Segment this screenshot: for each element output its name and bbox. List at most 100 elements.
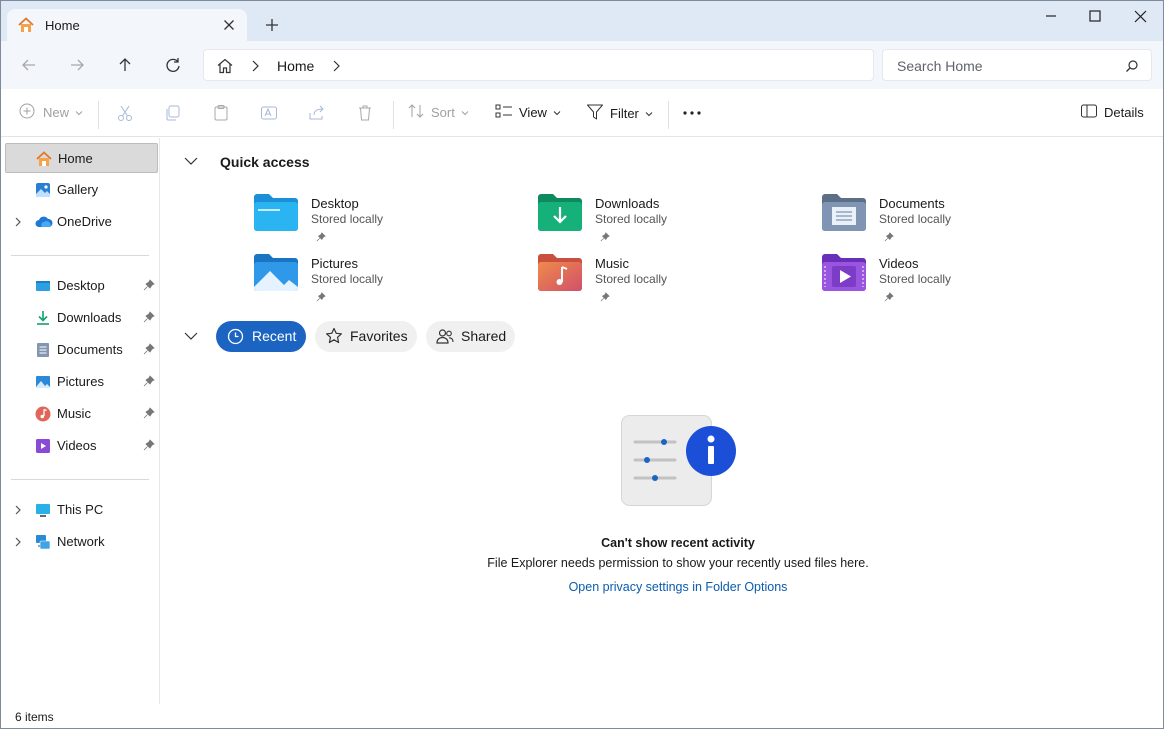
pin-icon[interactable] (143, 407, 155, 422)
tab-close-icon[interactable] (219, 15, 239, 35)
downloads-icon (35, 310, 51, 326)
chevron-right-icon[interactable] (331, 60, 341, 75)
main-content: Quick access Desktop Stored locally Down… (161, 138, 1163, 704)
sidebar-item-videos[interactable]: Videos (5, 431, 158, 461)
file-explorer-window: Home Home Search Home New Sort View Filt… (0, 0, 1164, 729)
view-button[interactable]: View (495, 103, 561, 122)
details-pane-icon (1080, 103, 1098, 122)
chevron-down-icon (645, 106, 653, 121)
sidebar-item-music[interactable]: Music (5, 399, 158, 429)
forward-arrow-icon[interactable] (65, 53, 89, 77)
sidebar-item-label: Music (57, 406, 91, 421)
delete-icon[interactable] (356, 104, 374, 125)
tab-favorites[interactable]: Favorites (315, 321, 417, 352)
chevron-right-icon[interactable] (250, 60, 260, 75)
maximize-icon[interactable] (1073, 5, 1119, 29)
quick-access-desktop[interactable]: Desktop Stored locally (254, 193, 514, 249)
pin-icon (316, 230, 326, 245)
sidebar-item-downloads[interactable]: Downloads (5, 303, 158, 333)
music-folder-icon (538, 253, 582, 294)
minimize-icon[interactable] (1028, 5, 1074, 29)
tab-title: Home (45, 18, 80, 33)
new-button[interactable]: New (19, 103, 83, 122)
copy-icon[interactable] (164, 104, 182, 125)
folder-name: Videos (879, 256, 919, 271)
favorites-label: Favorites (350, 328, 408, 344)
back-arrow-icon[interactable] (17, 53, 41, 77)
sort-label: Sort (431, 105, 455, 120)
share-icon[interactable] (308, 104, 326, 125)
downloads-folder-icon (538, 193, 582, 234)
details-label: Details (1104, 105, 1144, 120)
home-icon (36, 151, 52, 167)
pin-icon[interactable] (143, 375, 155, 390)
desktop-icon (35, 278, 51, 294)
command-bar: New Sort View Filter Details (1, 89, 1163, 137)
documents-icon (35, 342, 51, 358)
sidebar-item-desktop[interactable]: Desktop (5, 271, 158, 301)
pin-icon[interactable] (143, 279, 155, 294)
sidebar-item-onedrive[interactable]: OneDrive (5, 207, 158, 237)
empty-state-description: File Explorer needs permission to show y… (487, 556, 869, 570)
refresh-icon[interactable] (161, 53, 185, 77)
documents-folder-icon (822, 193, 866, 234)
close-icon[interactable] (1118, 5, 1163, 29)
filter-label: Filter (610, 106, 639, 121)
sidebar-item-gallery[interactable]: Gallery (5, 175, 158, 205)
quick-access-pictures[interactable]: Pictures Stored locally (254, 253, 514, 309)
folder-status: Stored locally (311, 212, 384, 226)
breadcrumb[interactable]: Home (277, 58, 314, 74)
title-bar: Home (1, 1, 1163, 41)
cut-icon[interactable] (116, 104, 134, 125)
chevron-right-icon[interactable] (13, 504, 23, 519)
rename-icon[interactable] (260, 104, 278, 125)
new-tab-icon[interactable] (259, 15, 283, 35)
quick-access-videos[interactable]: Videos Stored locally (822, 253, 1082, 309)
details-button[interactable]: Details (1080, 103, 1144, 122)
sidebar-item-pictures[interactable]: Pictures (5, 367, 158, 397)
sort-button[interactable]: Sort (407, 103, 469, 122)
paste-icon[interactable] (212, 104, 230, 125)
star-icon (325, 327, 343, 348)
pin-icon[interactable] (143, 439, 155, 454)
search-input[interactable]: Search Home (897, 58, 983, 74)
sidebar-item-label: Home (58, 151, 93, 166)
pin-icon[interactable] (143, 311, 155, 326)
pin-icon[interactable] (143, 343, 155, 358)
tab-recent[interactable]: Recent (216, 321, 306, 352)
filter-button[interactable]: Filter (586, 103, 653, 124)
this-pc-icon (35, 502, 51, 518)
address-bar[interactable]: Home (203, 49, 874, 81)
more-options-icon[interactable] (681, 105, 703, 124)
desktop-folder-icon (254, 193, 298, 234)
folder-status: Stored locally (879, 272, 952, 286)
pin-icon (884, 290, 894, 305)
search-box[interactable]: Search Home (882, 49, 1152, 81)
chevron-right-icon[interactable] (13, 216, 23, 231)
sidebar-item-network[interactable]: Network (5, 527, 158, 557)
quick-access-music[interactable]: Music Stored locally (538, 253, 798, 309)
pin-icon (884, 230, 894, 245)
search-icon (1125, 59, 1139, 76)
privacy-settings-link[interactable]: Open privacy settings in Folder Options (161, 580, 1163, 594)
network-icon (35, 534, 51, 550)
pictures-icon (35, 374, 51, 390)
sidebar-item-this-pc[interactable]: This PC (5, 495, 158, 525)
up-arrow-icon[interactable] (113, 53, 137, 77)
tab-home[interactable]: Home (7, 9, 247, 41)
sidebar-item-documents[interactable]: Documents (5, 335, 158, 365)
quick-access-downloads[interactable]: Downloads Stored locally (538, 193, 798, 249)
home-icon[interactable] (216, 57, 234, 78)
quick-access-documents[interactable]: Documents Stored locally (822, 193, 1082, 249)
tab-shared[interactable]: Shared (426, 321, 515, 352)
chevron-down-icon[interactable] (183, 155, 199, 170)
chevron-down-icon[interactable] (183, 330, 199, 345)
empty-state-title: Can't show recent activity (601, 536, 755, 550)
sidebar-item-home[interactable]: Home (5, 143, 158, 173)
plus-circle-icon (19, 103, 35, 122)
shared-label: Shared (461, 328, 507, 344)
view-label: View (519, 105, 547, 120)
sidebar-item-label: Gallery (57, 182, 99, 197)
quick-access-heading[interactable]: Quick access (220, 154, 310, 170)
chevron-right-icon[interactable] (13, 536, 23, 551)
